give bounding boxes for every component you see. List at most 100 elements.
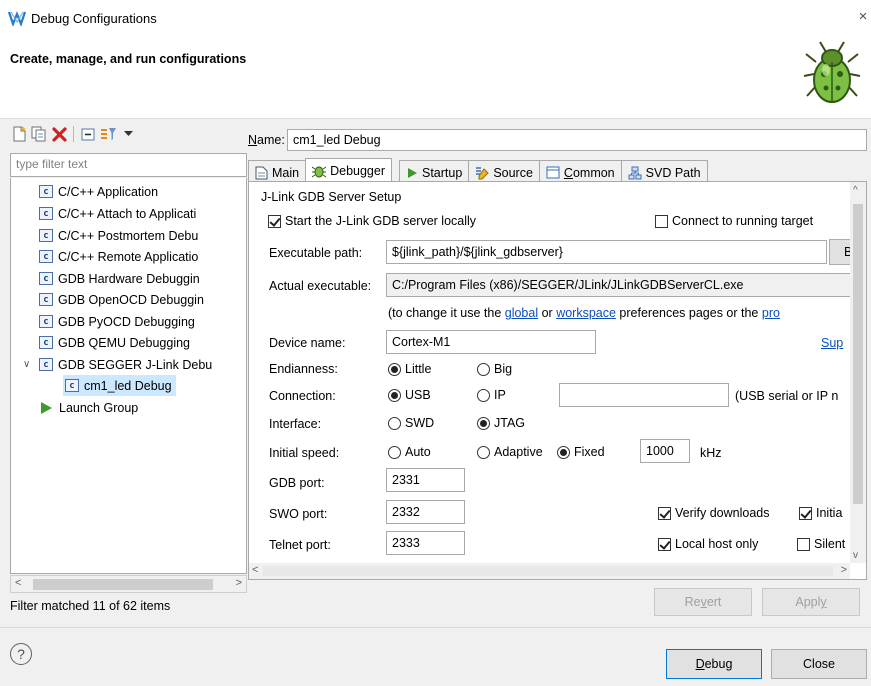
apply-button[interactable]: Appl y <box>762 588 860 616</box>
toolbar-separator <box>73 126 74 142</box>
workspace-link[interactable]: workspace <box>556 306 616 320</box>
iface-swd-dot[interactable] <box>388 416 401 430</box>
device-name-label: Device name: <box>269 336 346 350</box>
speed-adaptive-radio[interactable]: Adaptive <box>477 445 543 459</box>
c-config-icon: c <box>39 336 53 349</box>
speed-fixed-radio[interactable]: Fixed <box>557 445 605 459</box>
tree-item[interactable]: ∨ c GDB SEGGER J-Link Debu <box>11 354 212 375</box>
dropdown-arrow-icon[interactable] <box>119 125 137 143</box>
tree-item-selected[interactable]: c cm1_led Debug <box>63 375 176 396</box>
endian-little-radio[interactable]: Little <box>388 362 431 376</box>
tree-item[interactable]: c GDB OpenOCD Debuggin <box>11 289 204 310</box>
scroll-thumb[interactable] <box>33 579 213 590</box>
tree-item[interactable]: c GDB Hardware Debuggin <box>11 268 200 289</box>
silent-checkbox[interactable]: Silent <box>797 537 845 551</box>
settings-scroll-left-icon[interactable]: < <box>252 564 258 576</box>
window-title: Debug Configurations <box>31 11 157 26</box>
start-server-box[interactable] <box>268 214 281 228</box>
conn-ip-dot[interactable] <box>477 388 490 402</box>
supported-devices-link[interactable]: Sup <box>821 336 843 350</box>
scroll-left-icon[interactable]: < <box>15 577 21 589</box>
speed-value-input[interactable]: 1000 <box>640 439 690 463</box>
tab-common[interactable]: Common <box>538 160 622 182</box>
tree-item-label: GDB PyOCD Debugging <box>58 314 195 329</box>
start-server-checkbox[interactable]: Start the J-Link GDB server locally <box>268 214 476 228</box>
c-config-icon: c <box>39 207 53 220</box>
settings-horizontal-scrollbar[interactable]: < > <box>249 563 850 579</box>
iface-swd-label: SWD <box>405 416 435 430</box>
conn-usb-dot[interactable] <box>388 388 401 402</box>
tree-item[interactable]: c GDB QEMU Debugging <box>11 332 190 353</box>
gdb-port-input[interactable]: 2331 <box>386 468 465 492</box>
new-configuration-icon[interactable] <box>10 125 28 143</box>
revert-button[interactable]: Re v ert <box>654 588 752 616</box>
help-icon[interactable]: ? <box>10 643 32 665</box>
hint-suffix: preferences pages or the <box>615 306 762 320</box>
silent-box[interactable] <box>797 537 810 551</box>
endian-big-dot[interactable] <box>477 362 490 376</box>
expand-twisty-icon[interactable]: ∨ <box>23 359 35 370</box>
exec-path-input[interactable]: ${jlink_path}/${jlink_gdbserver} <box>386 240 827 264</box>
tree-item[interactable]: c C/C++ Remote Applicatio <box>11 246 198 267</box>
project-link[interactable]: pro <box>762 306 780 320</box>
tab-startup[interactable]: Startup <box>399 160 470 182</box>
iface-jtag-radio[interactable]: JTAG <box>477 416 525 430</box>
connect-running-checkbox[interactable]: Connect to running target <box>655 214 813 228</box>
tab-source[interactable]: Source <box>468 160 540 182</box>
tree-item[interactable]: c C/C++ Attach to Applicati <box>11 203 196 224</box>
filter-icon[interactable] <box>99 125 117 143</box>
tree-horizontal-scrollbar[interactable]: < > <box>10 575 247 593</box>
iface-jtag-dot[interactable] <box>477 416 490 430</box>
filter-input[interactable]: type filter text <box>10 153 247 177</box>
tab-debugger-label: Debugger <box>330 163 385 178</box>
conn-usb-radio[interactable]: USB <box>388 388 431 402</box>
verify-downloads-checkbox[interactable]: Verify downloads <box>658 506 770 520</box>
configuration-name-input[interactable]: cm1_led Debug <box>287 129 867 151</box>
vertical-scroll-thumb[interactable] <box>853 204 863 504</box>
connect-running-box[interactable] <box>655 214 668 228</box>
tab-svd-path[interactable]: SVD Path <box>620 160 708 182</box>
verify-downloads-box[interactable] <box>658 506 671 520</box>
tree-item[interactable]: c C/C++ Application <box>11 181 158 202</box>
settings-vertical-scrollbar[interactable]: ^ v <box>850 182 866 563</box>
conn-ip-radio[interactable]: IP <box>477 388 506 402</box>
speed-auto-dot[interactable] <box>388 445 401 459</box>
interface-label: Interface: <box>269 417 322 431</box>
close-icon[interactable]: × <box>856 8 870 25</box>
close-button[interactable]: Close <box>771 649 867 679</box>
tab-main[interactable]: Main <box>248 160 307 182</box>
local-host-checkbox[interactable]: Local host only <box>658 537 758 551</box>
duplicate-icon[interactable] <box>30 125 48 143</box>
iface-swd-radio[interactable]: SWD <box>388 416 434 430</box>
preferences-hint: (to change it use the global or workspac… <box>388 306 780 320</box>
device-name-input[interactable]: Cortex-M1 <box>386 330 596 354</box>
tree-item[interactable]: c C/C++ Postmortem Debu <box>11 225 198 246</box>
global-link[interactable]: global <box>505 306 538 320</box>
endian-little-dot[interactable] <box>388 362 401 376</box>
tree-item[interactable]: c GDB PyOCD Debugging <box>11 311 195 332</box>
connection-address-input[interactable] <box>559 383 729 407</box>
telnet-port-input[interactable]: 2333 <box>386 531 465 555</box>
header-banner <box>0 36 871 118</box>
tree-item[interactable]: Launch Group <box>11 397 138 418</box>
local-host-box[interactable] <box>658 537 671 551</box>
initial-checkbox[interactable]: Initia <box>799 506 842 520</box>
browse-button[interactable]: Br <box>829 239 851 265</box>
collapse-all-icon[interactable] <box>79 125 97 143</box>
initial-box[interactable] <box>799 506 812 520</box>
speed-adaptive-dot[interactable] <box>477 445 490 459</box>
scroll-up-icon[interactable]: ^ <box>853 185 858 196</box>
delete-icon[interactable] <box>50 125 68 143</box>
iface-jtag-label: JTAG <box>494 416 526 430</box>
horizontal-scroll-thumb[interactable] <box>263 566 833 576</box>
speed-fixed-dot[interactable] <box>557 445 570 459</box>
debug-button[interactable]: Debug <box>666 649 762 679</box>
endian-big-radio[interactable]: Big <box>477 362 512 376</box>
scroll-right-icon[interactable]: > <box>236 577 242 589</box>
swo-port-input[interactable]: 2332 <box>386 500 465 524</box>
scroll-down-icon[interactable]: v <box>853 550 858 561</box>
settings-scroll-right-icon[interactable]: > <box>841 564 847 576</box>
tab-debugger[interactable]: Debugger <box>305 158 392 182</box>
conn-ip-label: IP <box>494 388 506 402</box>
speed-auto-radio[interactable]: Auto <box>388 445 431 459</box>
